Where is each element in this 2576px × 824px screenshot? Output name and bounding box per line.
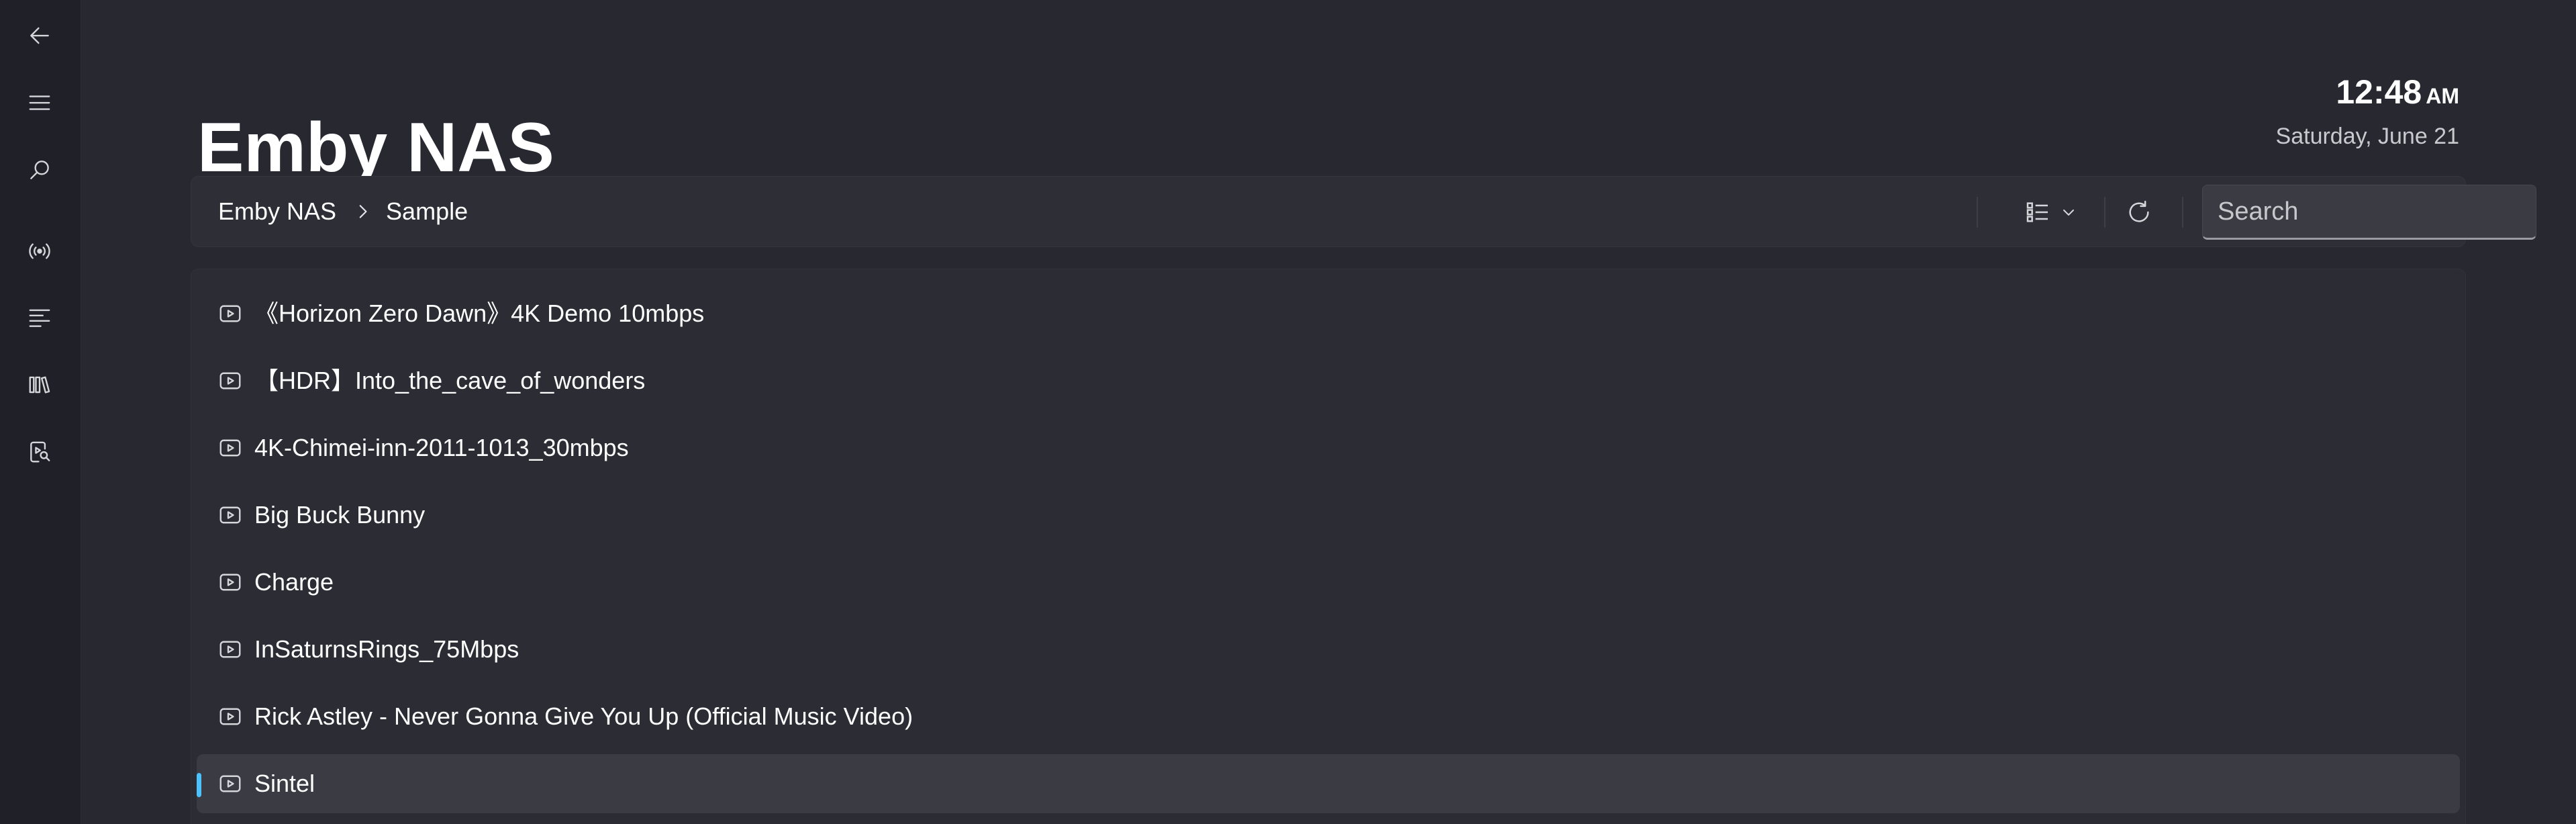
chevron-right-icon: [354, 203, 371, 220]
list-item-selected[interactable]: Sintel: [197, 754, 2460, 813]
video-file-icon: [218, 704, 242, 729]
command-bar: Emby NAS Sample: [191, 176, 2536, 247]
list-view-icon: [2026, 202, 2048, 222]
playlists-button[interactable]: [17, 297, 62, 341]
list-item[interactable]: Rick Astley - Never Gonna Give You Up (O…: [197, 687, 2460, 746]
video-file-icon: [218, 302, 242, 326]
playlist-icon: [27, 305, 52, 334]
chevron-down-icon: [2063, 210, 2074, 216]
divider: [1977, 197, 1978, 228]
hamburger-menu-icon: [27, 90, 52, 119]
list-item-label: Rick Astley - Never Gonna Give You Up (O…: [254, 702, 913, 730]
list-item-label: Charge: [254, 568, 334, 596]
view-mode-button[interactable]: [2010, 189, 2091, 236]
breadcrumb: Emby NAS Sample: [218, 177, 468, 246]
list-item-label: InSaturnsRings_75Mbps: [254, 635, 519, 663]
list-item-label: 4K-Chimei-inn-2011-1013_30mbps: [254, 434, 629, 461]
video-file-icon: [218, 637, 242, 661]
search-icon: [27, 157, 52, 186]
refresh-icon: [2129, 200, 2149, 222]
menu-button[interactable]: [17, 82, 62, 126]
video-file-icon: [218, 369, 242, 393]
video-file-icon: [218, 772, 242, 796]
list-item-label: Sintel: [254, 770, 315, 797]
list-item[interactable]: 【HDR】Into_the_cave_of_wonders: [197, 351, 2460, 410]
divider: [2182, 197, 2183, 228]
nav-rail: [0, 0, 81, 824]
breadcrumb-item-current[interactable]: Sample: [386, 197, 468, 226]
back-icon: [27, 23, 52, 52]
video-search-icon: [27, 439, 52, 468]
library-button[interactable]: [17, 364, 62, 408]
search-input[interactable]: [2202, 185, 2536, 240]
clock: 12:48 AM Saturday, June 21: [2276, 75, 2459, 150]
list-item[interactable]: Charge: [197, 553, 2460, 612]
divider: [2104, 197, 2106, 228]
list-item[interactable]: 4K-Chimei-inn-2011-1013_30mbps: [197, 418, 2460, 477]
video-file-icon: [218, 570, 242, 594]
file-list: 《Horizon Zero Dawn》4K Demo 10mbps 【HDR】I…: [191, 269, 2466, 824]
video-file-icon: [218, 436, 242, 460]
selection-indicator: [197, 773, 201, 797]
back-button[interactable]: [17, 15, 62, 59]
search-nav-button[interactable]: [17, 149, 62, 193]
media-search-button[interactable]: [17, 431, 62, 475]
refresh-button[interactable]: [2115, 189, 2163, 236]
list-item-label: Big Buck Bunny: [254, 501, 426, 529]
page-title: Emby NAS: [197, 108, 554, 187]
main-pane: Emby NAS 12:48 AM Saturday, June 21 Emby …: [81, 0, 2576, 824]
clock-ampm: AM: [2426, 84, 2459, 108]
list-item-label: 《Horizon Zero Dawn》4K Demo 10mbps: [254, 300, 705, 327]
app-window: Emby NAS 12:48 AM Saturday, June 21 Emby …: [0, 0, 2576, 824]
list-item-label: 【HDR】Into_the_cave_of_wonders: [254, 367, 646, 394]
clock-time: 12:48: [2336, 73, 2422, 111]
broadcast-icon: [27, 238, 52, 267]
list-item[interactable]: InSaturnsRings_75Mbps: [197, 620, 2460, 679]
video-file-icon: [218, 503, 242, 527]
breadcrumb-item-root[interactable]: Emby NAS: [218, 197, 336, 226]
list-item[interactable]: Big Buck Bunny: [197, 486, 2460, 545]
clock-date: Saturday, June 21: [2275, 124, 2459, 149]
list-item[interactable]: 《Horizon Zero Dawn》4K Demo 10mbps: [197, 284, 2460, 343]
live-tv-button[interactable]: [17, 230, 62, 275]
library-icon: [27, 372, 52, 401]
